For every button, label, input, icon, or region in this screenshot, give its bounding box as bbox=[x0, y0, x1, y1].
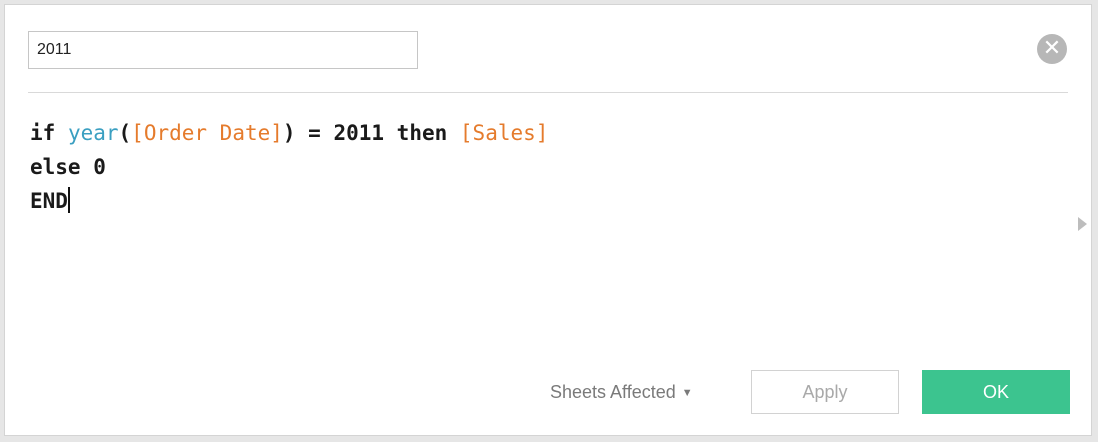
apply-button[interactable]: Apply bbox=[751, 370, 899, 414]
chevron-down-icon: ▼ bbox=[681, 387, 693, 400]
field-order-date: [Order Date] bbox=[131, 121, 283, 145]
formula-editor[interactable]: if year([Order Date]) = 2011 then [Sales… bbox=[30, 116, 1040, 346]
keyword-if: if bbox=[30, 121, 68, 145]
divider bbox=[28, 92, 1068, 93]
ok-button[interactable]: OK bbox=[922, 370, 1070, 414]
function-year: year bbox=[67, 121, 119, 145]
keyword-end: END bbox=[30, 189, 68, 213]
sheets-affected-dropdown[interactable]: Sheets Affected ▼ bbox=[550, 382, 693, 403]
sheets-affected-label: Sheets Affected bbox=[550, 382, 676, 402]
close-icon[interactable]: ✕ bbox=[1037, 34, 1067, 64]
paren-open: ( bbox=[118, 121, 132, 145]
calculation-name-input[interactable] bbox=[28, 31, 418, 69]
formula-line-1-rest: ) = 2011 then bbox=[282, 121, 460, 145]
text-cursor bbox=[67, 187, 70, 213]
formula-line-1: if year([Order Date]) = 2011 then [Sales… bbox=[30, 116, 1040, 150]
formula-line-2: else 0 bbox=[30, 155, 106, 179]
formula-line-3: END bbox=[30, 184, 1040, 218]
expand-arrow-icon[interactable] bbox=[1078, 217, 1087, 231]
field-sales: [Sales] bbox=[459, 121, 549, 145]
